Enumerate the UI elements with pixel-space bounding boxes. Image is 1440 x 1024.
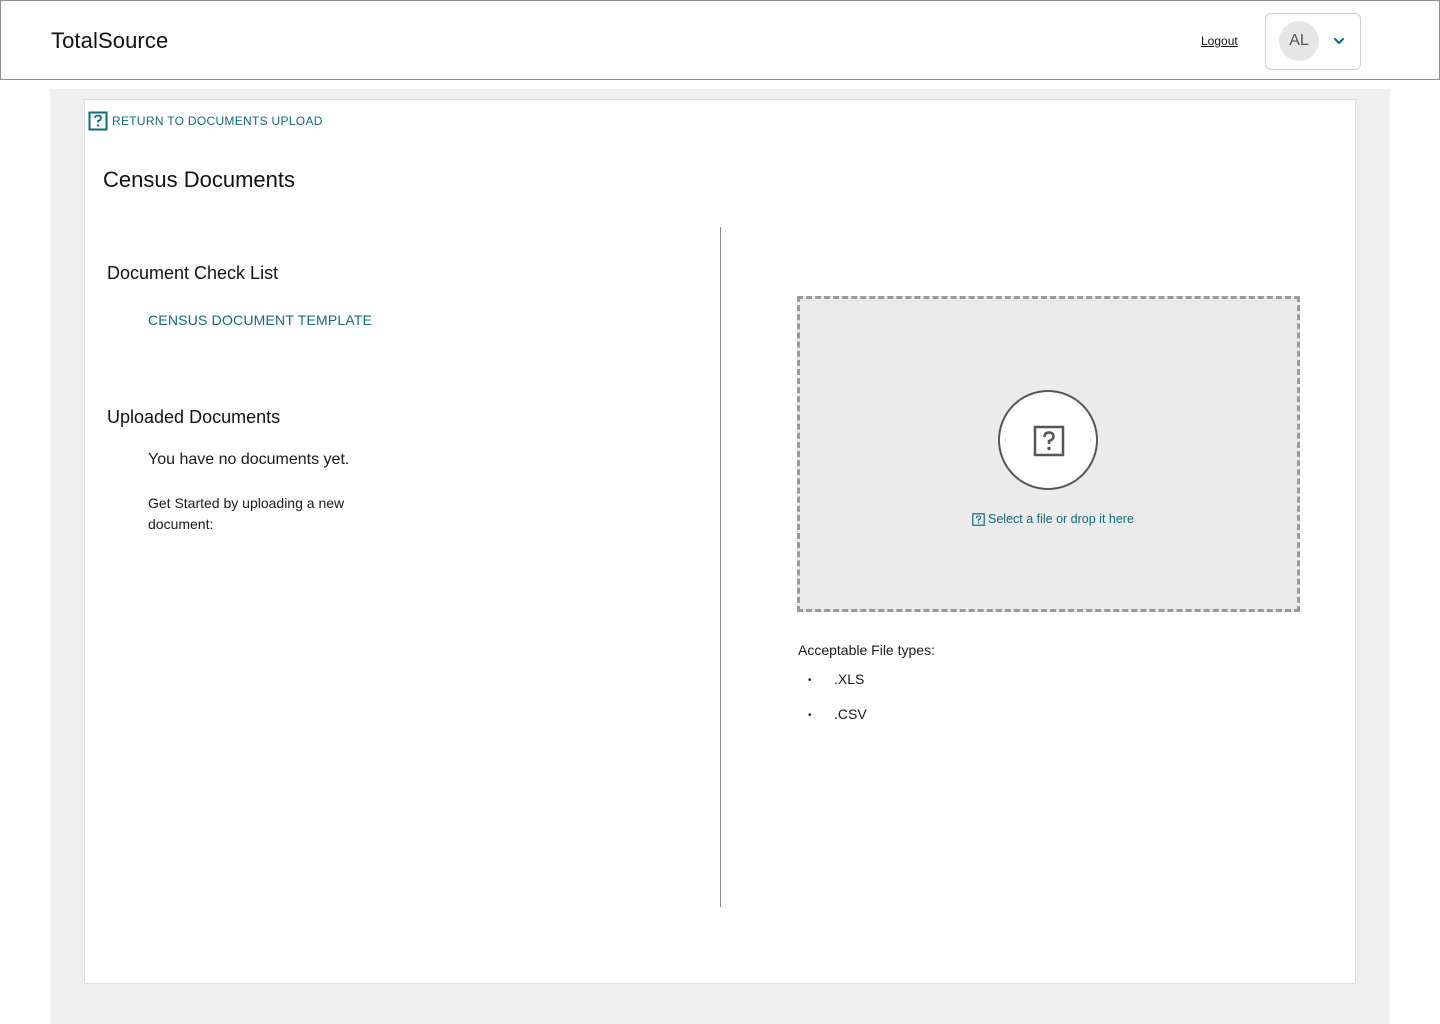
user-menu-button[interactable]: AL bbox=[1265, 13, 1361, 70]
chevron-down-icon bbox=[1334, 38, 1344, 44]
logout-link[interactable]: Logout bbox=[1201, 34, 1238, 48]
file-type-item: • .CSV bbox=[808, 706, 867, 722]
upload-icon-circle bbox=[998, 390, 1098, 490]
select-file-label: Select a file or drop it here bbox=[988, 512, 1134, 526]
file-dropzone[interactable]: Select a file or drop it here bbox=[797, 296, 1300, 612]
select-file-link[interactable]: Select a file or drop it here bbox=[972, 512, 1134, 526]
return-to-documents-link[interactable]: RETURN TO DOCUMENTS UPLOAD bbox=[88, 111, 323, 131]
placeholder-icon bbox=[972, 512, 985, 526]
brand-logo-text: TotalSource bbox=[51, 28, 169, 53]
bullet-icon: • bbox=[808, 709, 812, 721]
avatar: AL bbox=[1279, 21, 1319, 61]
census-template-link[interactable]: CENSUS DOCUMENT TEMPLATE bbox=[148, 312, 372, 328]
empty-state-title: You have no documents yet. bbox=[148, 451, 350, 468]
uploaded-documents-heading: Uploaded Documents bbox=[107, 407, 281, 427]
return-link-label: RETURN TO DOCUMENTS UPLOAD bbox=[112, 114, 323, 128]
top-header: TotalSource Logout AL bbox=[0, 0, 1440, 80]
file-types-label: Acceptable File types: bbox=[798, 642, 935, 658]
file-type-label: .CSV bbox=[834, 706, 867, 722]
empty-state-subtitle: Get Started by uploading a new document: bbox=[148, 495, 345, 532]
page-title: Census Documents bbox=[103, 167, 295, 192]
bullet-icon: • bbox=[808, 674, 812, 686]
checklist-heading: Document Check List bbox=[107, 263, 279, 283]
column-divider bbox=[720, 227, 721, 907]
placeholder-icon bbox=[88, 111, 108, 131]
placeholder-icon bbox=[1033, 425, 1065, 457]
file-type-label: .XLS bbox=[834, 671, 865, 687]
file-type-item: • .XLS bbox=[808, 671, 864, 687]
